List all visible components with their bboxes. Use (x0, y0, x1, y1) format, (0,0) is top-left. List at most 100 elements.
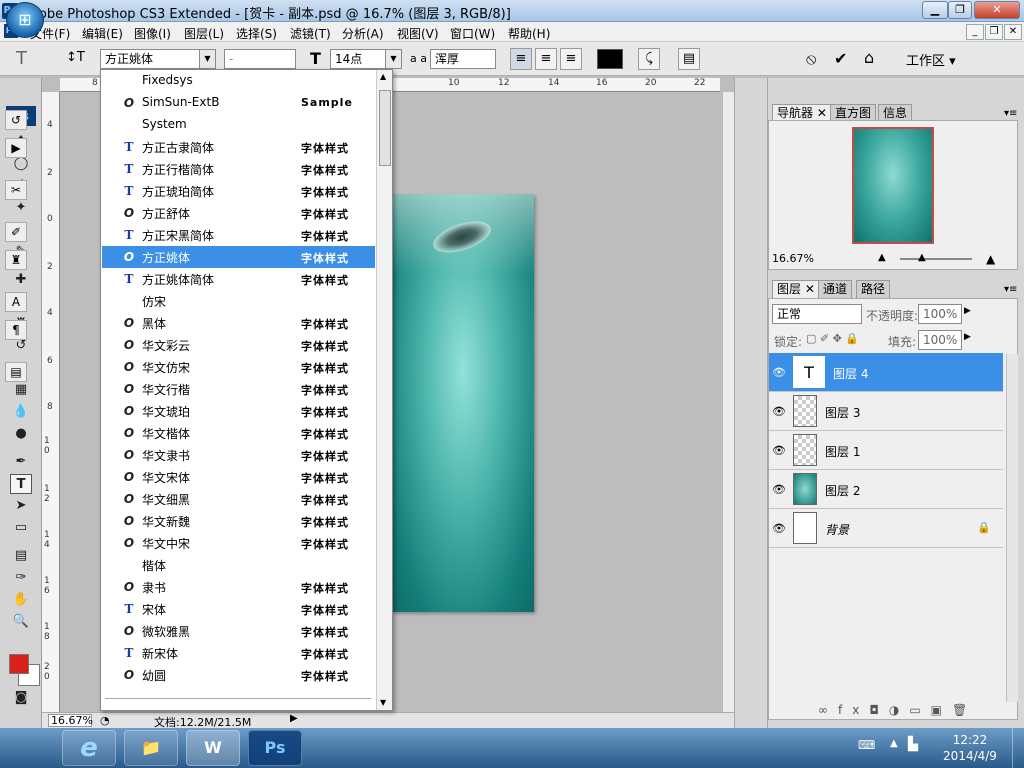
internet-explorer-icon[interactable]: e (62, 730, 116, 766)
menu-image[interactable]: 图像(I) (134, 25, 171, 42)
tab-layers[interactable]: 图层 ✕ (772, 280, 820, 298)
font-option[interactable]: T 方正行楷简体 字体样式 (102, 158, 375, 180)
tray-expand-icon[interactable]: ▲ (890, 738, 898, 749)
eye-icon[interactable]: 👁 (771, 522, 787, 535)
word-icon[interactable]: W (186, 730, 240, 766)
panel-menu-icon[interactable]: ▾≡ (1004, 108, 1017, 119)
font-list-scroll-thumb[interactable] (379, 90, 391, 166)
scroll-down-icon[interactable]: ▼ (380, 698, 386, 707)
foreground-color-swatch[interactable] (9, 654, 29, 674)
font-option[interactable]: System (102, 114, 375, 136)
tab-paths[interactable]: 路径 (856, 280, 891, 298)
layer-row-4[interactable]: 👁 T 图层 4 (769, 353, 1003, 392)
font-option[interactable]: O 华文仿宋 字体样式 (102, 356, 375, 378)
network-icon[interactable]: ▙ (908, 737, 918, 752)
start-button[interactable]: ⊞ (6, 2, 44, 38)
font-option[interactable]: T 方正古隶简体 字体样式 (102, 136, 375, 158)
font-option[interactable]: Fixedsys (102, 70, 375, 92)
layer-comps-icon[interactable]: ▤ (5, 362, 27, 382)
gradient-tool-icon[interactable]: ▦ (10, 380, 32, 400)
layer-row-3[interactable]: 👁 图层 3 (769, 392, 1003, 431)
font-option[interactable]: O 隶书 字体样式 (102, 576, 375, 598)
font-option[interactable]: O 华文宋体 字体样式 (102, 466, 375, 488)
fill-arrow-icon[interactable]: ▶ (964, 332, 971, 342)
menu-filter[interactable]: 滤镜(T) (290, 25, 331, 42)
workspace-menu[interactable]: 工作区 ▾ (906, 50, 956, 69)
pen-tool-icon[interactable]: ✒ (10, 452, 32, 472)
font-option[interactable]: O 华文彩云 字体样式 (102, 334, 375, 356)
layers-bottom-icons[interactable]: ∞fx◘◑▭▣🗑 (818, 703, 977, 717)
notes-tool-icon[interactable]: ▤ (10, 546, 32, 566)
paragraph-panel-icon[interactable]: ¶ (5, 320, 27, 340)
font-option[interactable]: 楷体 (102, 554, 375, 576)
opacity-arrow-icon[interactable]: ▶ (964, 306, 971, 316)
eye-icon[interactable]: 👁 (771, 444, 787, 457)
history-panel-icon[interactable]: ↺ (5, 110, 27, 130)
layer-row-background[interactable]: 👁 背景 🔒 (769, 509, 1003, 548)
show-desktop-button[interactable] (1012, 728, 1024, 768)
menu-edit[interactable]: 编辑(E) (82, 25, 123, 42)
font-list-scrollbar[interactable]: ▲ ▼ (376, 70, 392, 710)
navigator-preview[interactable] (852, 127, 934, 244)
eye-icon[interactable]: 👁 (771, 366, 787, 379)
clone-source-icon[interactable]: ♜ (5, 250, 27, 270)
trash-icon[interactable]: 🗑 (952, 703, 977, 717)
font-family-list[interactable]: ▲ ▼ Fixedsys O SimSun-ExtB Sample System T 方正古… (100, 69, 393, 711)
panel-menu-icon[interactable]: ▾≡ (1004, 284, 1017, 295)
doc-close-button[interactable]: ✕ (1004, 24, 1022, 40)
font-option[interactable]: O 方正舒体 字体样式 (102, 202, 375, 224)
align-left-button[interactable]: ≡ (510, 48, 532, 70)
navigator-zoom[interactable]: 16.67% (772, 252, 814, 265)
font-option[interactable]: O 方正姚体 字体样式 (102, 246, 375, 268)
new-group-icon[interactable]: ▭ (909, 703, 930, 717)
character-panel-icon[interactable]: A (5, 292, 27, 312)
layer-mask-icon[interactable]: ◘ (869, 703, 889, 717)
adjustment-layer-icon[interactable]: ◑ (889, 703, 909, 717)
menu-analysis[interactable]: 分析(A) (342, 25, 384, 42)
layer-name[interactable]: 图层 1 (825, 443, 860, 460)
font-option[interactable]: O 华文细黑 字体样式 (102, 488, 375, 510)
eyedropper-tool-icon[interactable]: ✑ (10, 568, 32, 588)
font-option[interactable]: O 华文中宋 字体样式 (102, 532, 375, 554)
close-button[interactable]: ✕ (974, 1, 1020, 19)
layer-row-2[interactable]: 👁 图层 2 (769, 470, 1003, 509)
zoom-slider[interactable] (900, 258, 972, 260)
font-option[interactable]: O 华文行楷 字体样式 (102, 378, 375, 400)
fill-field[interactable]: 100% (918, 330, 962, 350)
blur-tool-icon[interactable]: 💧 (10, 402, 32, 422)
type-tool-icon[interactable]: T (10, 474, 32, 494)
layer-name[interactable]: 图层 4 (833, 365, 868, 382)
new-layer-icon[interactable]: ▣ (931, 703, 952, 717)
font-option[interactable]: O 华文新魏 字体样式 (102, 510, 375, 532)
eye-icon[interactable]: 👁 (771, 483, 787, 496)
chevron-down-icon[interactable]: ▼ (385, 50, 401, 68)
font-option[interactable]: O 华文楷体 字体样式 (102, 422, 375, 444)
align-center-button[interactable]: ≡ (535, 48, 557, 70)
text-color-swatch[interactable] (597, 49, 623, 69)
opacity-field[interactable]: 100% (918, 304, 962, 324)
scroll-up-icon[interactable]: ▲ (380, 72, 386, 81)
font-option[interactable]: 仿宋 (102, 290, 375, 312)
canvas-vertical-scrollbar[interactable] (722, 92, 734, 712)
zoom-out-icon[interactable]: ▲ (878, 252, 886, 263)
dodge-tool-icon[interactable]: ● (10, 424, 32, 444)
text-orientation-icon[interactable]: ↕T (66, 50, 85, 65)
eye-icon[interactable]: 👁 (771, 405, 787, 418)
cancel-edit-icon[interactable]: ⦸ (806, 49, 816, 69)
maximize-button[interactable]: ❐ (948, 1, 972, 19)
zoom-slider-handle[interactable]: ▲ (918, 252, 926, 263)
font-option[interactable]: O SimSun-ExtB Sample (102, 92, 375, 114)
text-tool-preset-icon[interactable]: T (16, 48, 27, 69)
tool-presets-icon[interactable]: ✂ (5, 180, 27, 200)
quick-mask-icon[interactable]: ◙ (10, 688, 32, 708)
align-right-button[interactable]: ≡ (560, 48, 582, 70)
magic-wand-icon[interactable]: ✦ (10, 198, 32, 218)
keyboard-icon[interactable]: ⌨ (858, 738, 875, 752)
photoshop-taskbar-icon[interactable]: Ps (248, 730, 302, 766)
font-option[interactable]: O 华文琥珀 字体样式 (102, 400, 375, 422)
font-option[interactable]: T 方正琥珀简体 字体样式 (102, 180, 375, 202)
doc-minimize-button[interactable]: _ (966, 24, 984, 40)
font-option[interactable]: T 方正宋黑简体 字体样式 (102, 224, 375, 246)
layer-name[interactable]: 背景 (825, 521, 849, 538)
layer-name[interactable]: 图层 3 (825, 404, 860, 421)
